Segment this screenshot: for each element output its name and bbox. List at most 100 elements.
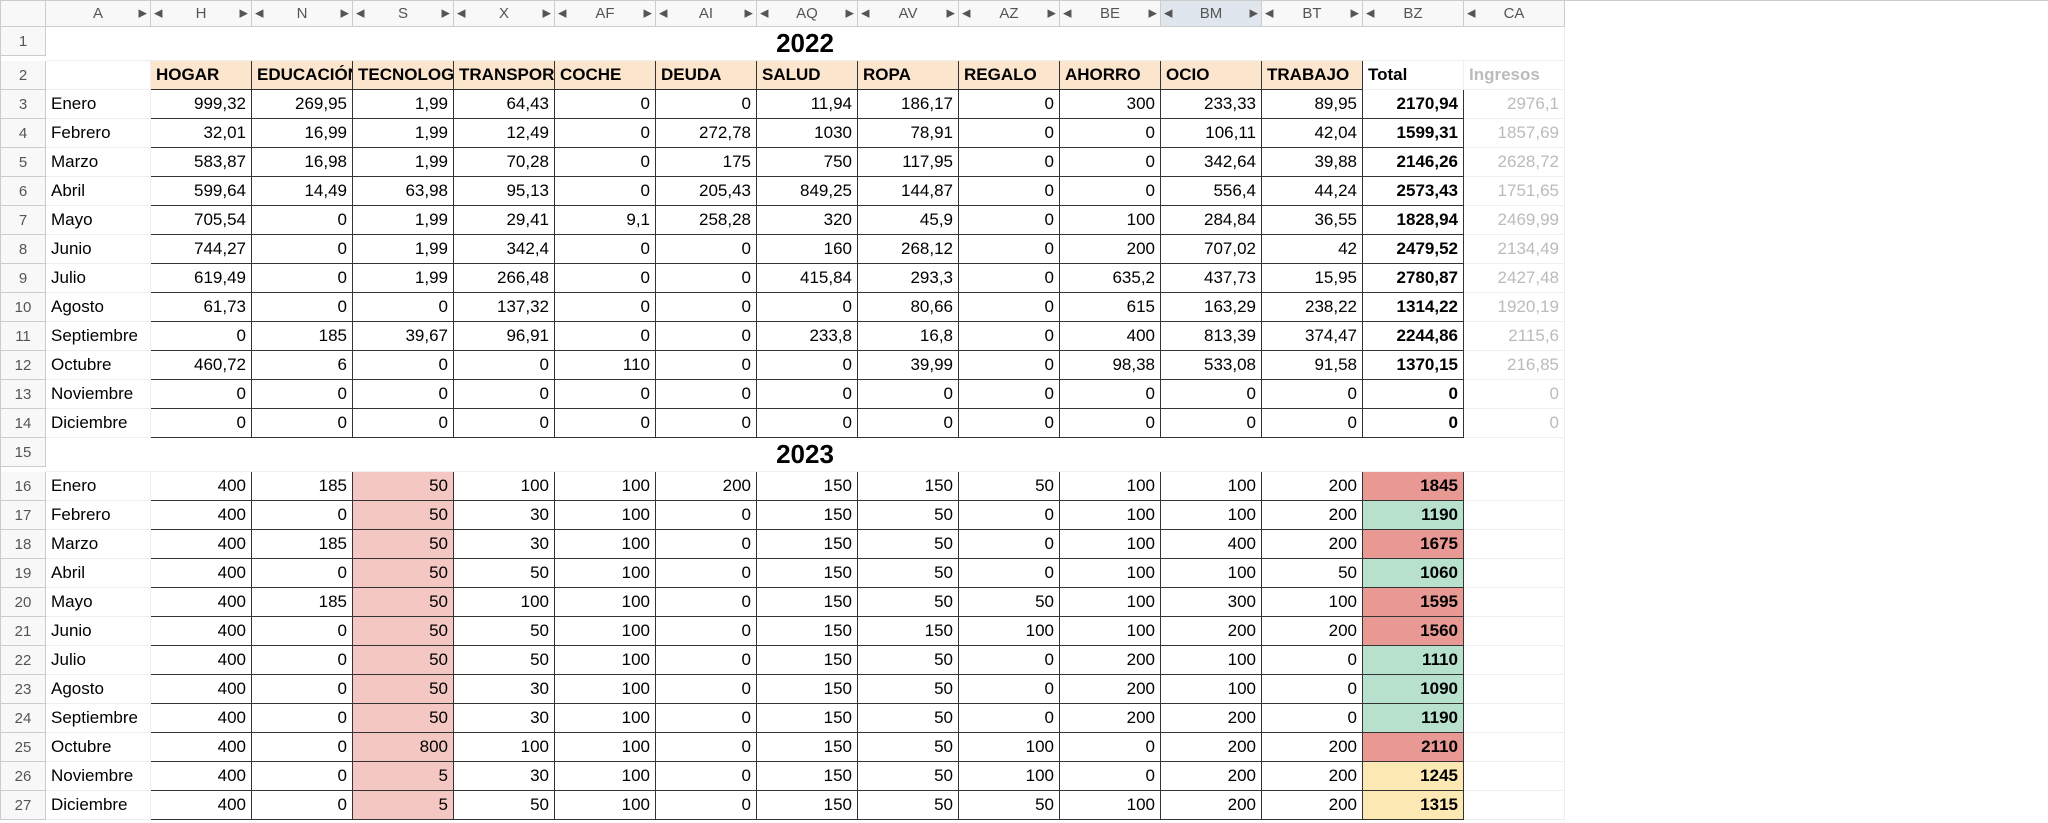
value-cell[interactable]: 50 bbox=[858, 675, 959, 704]
value-cell[interactable]: 150 bbox=[757, 704, 858, 733]
value-cell[interactable]: 30 bbox=[454, 501, 555, 530]
row-header-10[interactable]: 10 bbox=[1, 293, 46, 322]
value-cell[interactable]: 150 bbox=[757, 472, 858, 501]
value-cell[interactable]: 0 bbox=[656, 762, 757, 791]
value-cell[interactable]: 100 bbox=[1060, 501, 1161, 530]
value-cell[interactable]: 374,47 bbox=[1262, 322, 1363, 351]
value-cell[interactable]: 0 bbox=[959, 264, 1060, 293]
value-cell[interactable]: 16,8 bbox=[858, 322, 959, 351]
total-cell[interactable]: 2170,94 bbox=[1363, 90, 1464, 119]
value-cell[interactable]: 0 bbox=[252, 293, 353, 322]
row-header-16[interactable]: 16 bbox=[1, 472, 46, 501]
value-cell[interactable]: 0 bbox=[959, 559, 1060, 588]
value-cell[interactable]: 619,49 bbox=[151, 264, 252, 293]
value-cell[interactable]: 583,87 bbox=[151, 148, 252, 177]
value-cell[interactable]: 0 bbox=[959, 293, 1060, 322]
value-cell[interactable]: 200 bbox=[1161, 704, 1262, 733]
value-cell[interactable]: 200 bbox=[1161, 762, 1262, 791]
value-cell[interactable]: 0 bbox=[252, 675, 353, 704]
value-cell[interactable]: 813,39 bbox=[1161, 322, 1262, 351]
row-header-25[interactable]: 25 bbox=[1, 733, 46, 762]
col-collapse-left-icon[interactable]: ◀ bbox=[154, 8, 162, 19]
value-cell[interactable]: 400 bbox=[151, 617, 252, 646]
value-cell[interactable]: 200 bbox=[1262, 733, 1363, 762]
value-cell[interactable]: 0 bbox=[1060, 733, 1161, 762]
value-cell[interactable]: 460,72 bbox=[151, 351, 252, 380]
value-cell[interactable]: 100 bbox=[1060, 791, 1161, 820]
ingresos-cell[interactable] bbox=[1464, 675, 1565, 704]
month-label[interactable]: Diciembre bbox=[46, 409, 151, 438]
value-cell[interactable]: 258,28 bbox=[656, 206, 757, 235]
value-cell[interactable]: 400 bbox=[1161, 530, 1262, 559]
value-cell[interactable]: 50 bbox=[858, 501, 959, 530]
value-cell[interactable]: 185 bbox=[252, 588, 353, 617]
value-cell[interactable]: 50 bbox=[353, 617, 454, 646]
value-cell[interactable]: 342,4 bbox=[454, 235, 555, 264]
value-cell[interactable]: 6 bbox=[252, 351, 353, 380]
value-cell[interactable]: 0 bbox=[353, 409, 454, 438]
value-cell[interactable]: 100 bbox=[959, 617, 1060, 646]
row-header-3[interactable]: 3 bbox=[1, 90, 46, 119]
value-cell[interactable]: 100 bbox=[1060, 617, 1161, 646]
value-cell[interactable]: 0 bbox=[555, 119, 656, 148]
value-cell[interactable]: 0 bbox=[252, 380, 353, 409]
value-cell[interactable]: 615 bbox=[1060, 293, 1161, 322]
value-cell[interactable]: 707,02 bbox=[1161, 235, 1262, 264]
value-cell[interactable]: 0 bbox=[454, 380, 555, 409]
value-cell[interactable]: 0 bbox=[858, 380, 959, 409]
value-cell[interactable]: 100 bbox=[555, 530, 656, 559]
value-cell[interactable]: 0 bbox=[959, 409, 1060, 438]
row-header-18[interactable]: 18 bbox=[1, 530, 46, 559]
value-cell[interactable]: 186,17 bbox=[858, 90, 959, 119]
value-cell[interactable]: 1,99 bbox=[353, 90, 454, 119]
value-cell[interactable]: 0 bbox=[656, 530, 757, 559]
value-cell[interactable]: 12,49 bbox=[454, 119, 555, 148]
value-cell[interactable]: 39,88 bbox=[1262, 148, 1363, 177]
ingresos-cell[interactable]: 1857,69 bbox=[1464, 119, 1565, 148]
col-header-A[interactable]: A▶ bbox=[46, 1, 151, 27]
total-cell[interactable]: 1828,94 bbox=[1363, 206, 1464, 235]
row-header-22[interactable]: 22 bbox=[1, 646, 46, 675]
value-cell[interactable]: 200 bbox=[1262, 530, 1363, 559]
col-collapse-right-icon[interactable]: ▶ bbox=[745, 8, 753, 19]
ingresos-cell[interactable]: 2628,72 bbox=[1464, 148, 1565, 177]
total-cell[interactable]: 1595 bbox=[1363, 588, 1464, 617]
value-cell[interactable]: 0 bbox=[252, 264, 353, 293]
month-label[interactable]: Enero bbox=[46, 472, 151, 501]
row-header-17[interactable]: 17 bbox=[1, 501, 46, 530]
value-cell[interactable]: 300 bbox=[1060, 90, 1161, 119]
value-cell[interactable]: 16,98 bbox=[252, 148, 353, 177]
total-cell[interactable]: 1314,22 bbox=[1363, 293, 1464, 322]
month-label[interactable]: Mayo bbox=[46, 588, 151, 617]
value-cell[interactable]: 0 bbox=[959, 90, 1060, 119]
month-label[interactable]: Julio bbox=[46, 264, 151, 293]
col-collapse-right-icon[interactable]: ▶ bbox=[1149, 8, 1157, 19]
value-cell[interactable]: 50 bbox=[858, 646, 959, 675]
value-cell[interactable]: 50 bbox=[959, 791, 1060, 820]
ingresos-cell[interactable]: 2469,99 bbox=[1464, 206, 1565, 235]
value-cell[interactable]: 150 bbox=[757, 530, 858, 559]
value-cell[interactable]: 0 bbox=[656, 501, 757, 530]
value-cell[interactable]: 0 bbox=[656, 646, 757, 675]
value-cell[interactable]: 1030 bbox=[757, 119, 858, 148]
total-cell[interactable]: 1845 bbox=[1363, 472, 1464, 501]
value-cell[interactable]: 30 bbox=[454, 530, 555, 559]
total-cell[interactable]: 2146,26 bbox=[1363, 148, 1464, 177]
value-cell[interactable]: 0 bbox=[1262, 409, 1363, 438]
value-cell[interactable]: 0 bbox=[656, 733, 757, 762]
col-collapse-left-icon[interactable]: ◀ bbox=[1467, 8, 1475, 19]
value-cell[interactable]: 106,11 bbox=[1161, 119, 1262, 148]
value-cell[interactable]: 0 bbox=[959, 119, 1060, 148]
col-collapse-right-icon[interactable]: ▶ bbox=[442, 8, 450, 19]
value-cell[interactable]: 268,12 bbox=[858, 235, 959, 264]
total-cell[interactable]: 2244,86 bbox=[1363, 322, 1464, 351]
col-collapse-right-icon[interactable]: ▶ bbox=[543, 8, 551, 19]
col-collapse-left-icon[interactable]: ◀ bbox=[659, 8, 667, 19]
value-cell[interactable]: 705,54 bbox=[151, 206, 252, 235]
value-cell[interactable]: 100 bbox=[1060, 472, 1161, 501]
month-label[interactable]: Noviembre bbox=[46, 380, 151, 409]
value-cell[interactable]: 0 bbox=[252, 409, 353, 438]
value-cell[interactable]: 150 bbox=[757, 791, 858, 820]
value-cell[interactable]: 849,25 bbox=[757, 177, 858, 206]
value-cell[interactable]: 0 bbox=[959, 530, 1060, 559]
